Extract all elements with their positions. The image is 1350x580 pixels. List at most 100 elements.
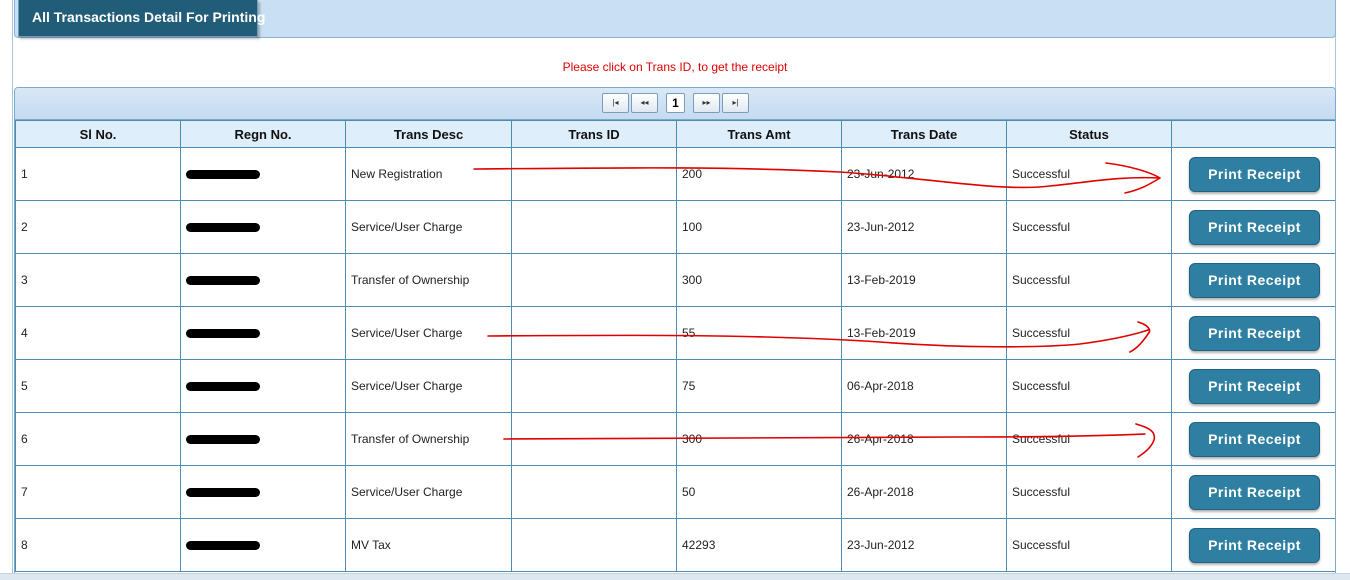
instruction-text: Please click on Trans ID, to get the rec…: [562, 60, 788, 74]
column-header-action: [1171, 120, 1335, 148]
cell-action: Print Receipt: [1171, 412, 1335, 466]
print-receipt-button[interactable]: Print Receipt: [1189, 209, 1320, 245]
table-row: 5 Service/User Charge 75 06-Apr-2018 Success…: [15, 359, 1335, 413]
redaction-mark: [186, 382, 260, 392]
print-receipt-button[interactable]: Print Receipt: [1189, 527, 1320, 563]
cell-regn-no: [180, 518, 346, 572]
cell-regn-no: [180, 465, 346, 519]
cell-status: Successful: [1006, 200, 1172, 254]
print-receipt-button[interactable]: Print Receipt: [1189, 421, 1320, 457]
cell-status: Successful: [1006, 412, 1172, 466]
cell-regn-no: [180, 253, 346, 307]
redaction-mark: [186, 223, 260, 233]
cell-action: Print Receipt: [1171, 200, 1335, 254]
redaction-mark: [186, 541, 260, 551]
table-row: 1 New Registration 200 23-Jun-2012 Successfu…: [15, 147, 1335, 201]
cell-trans-amt: 42293: [676, 518, 842, 572]
cell-trans-id[interactable]: [511, 253, 677, 307]
cell-sl-no: 1: [15, 147, 181, 201]
column-header-trans-date[interactable]: Trans Date: [841, 120, 1007, 148]
cell-sl-no: 3: [15, 253, 181, 307]
pager-bar: |◂ ◂◂ 1 ▸▸ ▸|: [15, 88, 1335, 120]
cell-trans-id[interactable]: [511, 465, 677, 519]
cell-action: Print Receipt: [1171, 465, 1335, 519]
current-page-button[interactable]: 1: [666, 93, 685, 113]
cell-sl-no: 4: [15, 306, 181, 360]
cell-status: Successful: [1006, 518, 1172, 572]
column-header-trans-amt[interactable]: Trans Amt: [676, 120, 842, 148]
print-receipt-button[interactable]: Print Receipt: [1189, 156, 1320, 192]
column-header-regn-no[interactable]: Regn No.: [180, 120, 346, 148]
print-receipt-button[interactable]: Print Receipt: [1189, 262, 1320, 298]
cell-trans-date: 13-Feb-2019: [841, 253, 1007, 307]
cell-action: Print Receipt: [1171, 518, 1335, 572]
table-row: 4 Service/User Charge 55 13-Feb-2019 Success…: [15, 306, 1335, 360]
cell-trans-desc: Service/User Charge: [345, 465, 512, 519]
cell-status: Successful: [1006, 465, 1172, 519]
tab-all-transactions[interactable]: All Transactions Detail For Printing: [18, 0, 265, 37]
cell-trans-id[interactable]: [511, 412, 677, 466]
cell-status: Successful: [1006, 306, 1172, 360]
cell-regn-no: [180, 200, 346, 254]
cell-trans-desc: Service/User Charge: [345, 306, 512, 360]
table-row: 7 Service/User Charge 50 26-Apr-2018 Success…: [15, 465, 1335, 519]
cell-trans-amt: 200: [676, 147, 842, 201]
cell-trans-date: 23-Jun-2012: [841, 200, 1007, 254]
cell-sl-no: 6: [15, 412, 181, 466]
next-page-button[interactable]: ▸▸: [693, 93, 720, 113]
redaction-mark: [186, 488, 260, 498]
cell-trans-desc: Transfer of Ownership: [345, 253, 512, 307]
table-row: 6 Transfer of Ownership 300 26-Apr-2018 Succ…: [15, 412, 1335, 466]
cell-trans-date: 23-Jun-2012: [841, 518, 1007, 572]
prev-page-button[interactable]: ◂◂: [631, 93, 658, 113]
redaction-mark: [186, 170, 260, 180]
transactions-grid: |◂ ◂◂ 1 ▸▸ ▸| Sl No. Regn No. Trans Desc…: [14, 87, 1336, 579]
redaction-mark: [186, 435, 260, 445]
cell-trans-date: 13-Feb-2019: [841, 306, 1007, 360]
cell-trans-desc: MV Tax: [345, 518, 512, 572]
print-receipt-button[interactable]: Print Receipt: [1189, 474, 1320, 510]
table-row: 2 Service/User Charge 100 23-Jun-2012 Succes…: [15, 200, 1335, 254]
cell-trans-desc: New Registration: [345, 147, 512, 201]
cell-trans-amt: 75: [676, 359, 842, 413]
cell-action: Print Receipt: [1171, 253, 1335, 307]
cell-trans-amt: 50: [676, 465, 842, 519]
cell-status: Successful: [1006, 147, 1172, 201]
redaction-mark: [186, 329, 260, 339]
cell-trans-id[interactable]: [511, 359, 677, 413]
cell-trans-amt: 300: [676, 253, 842, 307]
column-header-trans-desc[interactable]: Trans Desc: [345, 120, 512, 148]
cell-status: Successful: [1006, 359, 1172, 413]
cell-regn-no: [180, 147, 346, 201]
cell-trans-amt: 55: [676, 306, 842, 360]
print-receipt-button[interactable]: Print Receipt: [1189, 368, 1320, 404]
column-header-status[interactable]: Status: [1006, 120, 1172, 148]
cell-trans-desc: Service/User Charge: [345, 200, 512, 254]
first-page-button[interactable]: |◂: [602, 93, 629, 113]
cell-trans-date: 26-Apr-2018: [841, 465, 1007, 519]
cell-regn-no: [180, 359, 346, 413]
cell-trans-id[interactable]: [511, 306, 677, 360]
cell-trans-desc: Service/User Charge: [345, 359, 512, 413]
cell-trans-id[interactable]: [511, 518, 677, 572]
cell-trans-id[interactable]: [511, 147, 677, 201]
transactions-table: Sl No. Regn No. Trans Desc Trans ID Tran…: [15, 120, 1335, 572]
cell-sl-no: 5: [15, 359, 181, 413]
cell-trans-desc: Transfer of Ownership: [345, 412, 512, 466]
cell-action: Print Receipt: [1171, 306, 1335, 360]
cell-trans-amt: 100: [676, 200, 842, 254]
last-page-button[interactable]: ▸|: [722, 93, 749, 113]
table-row: 8 MV Tax 42293 23-Jun-2012 Successful Print R…: [15, 518, 1335, 572]
cell-regn-no: [180, 306, 346, 360]
redaction-mark: [186, 276, 260, 286]
column-header-sl-no[interactable]: Sl No.: [15, 120, 181, 148]
cell-action: Print Receipt: [1171, 147, 1335, 201]
column-header-trans-id[interactable]: Trans ID: [511, 120, 677, 148]
cell-trans-date: 06-Apr-2018: [841, 359, 1007, 413]
cell-sl-no: 7: [15, 465, 181, 519]
cell-sl-no: 2: [15, 200, 181, 254]
cell-action: Print Receipt: [1171, 359, 1335, 413]
cell-trans-id[interactable]: [511, 200, 677, 254]
print-receipt-button[interactable]: Print Receipt: [1189, 315, 1320, 351]
cell-regn-no: [180, 412, 346, 466]
